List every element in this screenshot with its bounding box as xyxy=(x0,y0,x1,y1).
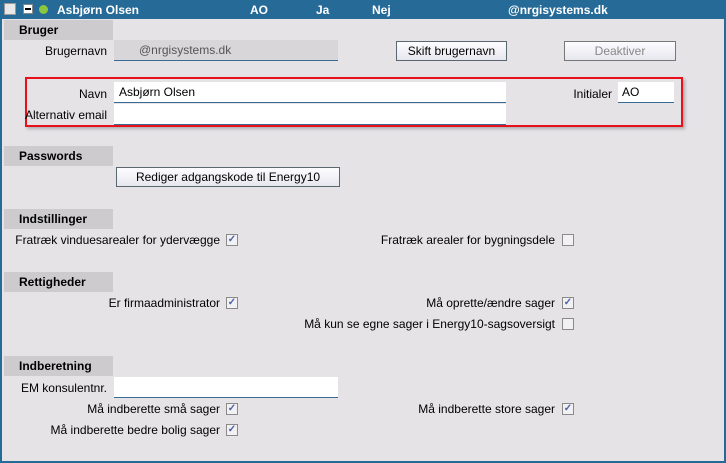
option-label: Må indberette små sager xyxy=(87,402,220,416)
section-indstillinger: Indstillinger xyxy=(4,209,113,229)
subtract-building-parts-checkbox[interactable] xyxy=(562,234,574,246)
em-consultant-field[interactable] xyxy=(114,377,338,398)
header-col1: Ja xyxy=(316,3,330,17)
select-checkbox[interactable] xyxy=(4,3,16,15)
window-frame xyxy=(0,0,726,463)
report-small-cases-checkbox[interactable]: ✓ xyxy=(226,403,238,415)
alt-email-field[interactable] xyxy=(114,104,506,125)
header-col2: Nej xyxy=(372,3,391,17)
header-email: @nrgisystems.dk xyxy=(508,3,608,17)
option-label: Er firmaadministrator xyxy=(108,296,220,310)
report-better-housing-checkbox[interactable]: ✓ xyxy=(226,424,238,436)
option-label: Fratræk vinduesarealer for ydervægge xyxy=(15,233,220,247)
username-field[interactable]: @nrgisystems.dk xyxy=(114,40,338,61)
option-label: Må oprette/ændre sager xyxy=(426,296,555,310)
option-label: Må kun se egne sager i Energy10-sagsover… xyxy=(304,317,555,331)
option-label: Må indberette store sager xyxy=(418,402,555,416)
option-label: Fratræk arealer for bygningsdele xyxy=(380,233,555,247)
section-passwords: Passwords xyxy=(4,146,113,166)
username-label: Brugernavn xyxy=(44,44,107,58)
company-admin-checkbox[interactable]: ✓ xyxy=(226,297,238,309)
subtract-window-area-checkbox[interactable]: ✓ xyxy=(226,234,238,246)
create-edit-cases-checkbox[interactable]: ✓ xyxy=(562,297,574,309)
deactivate-button[interactable]: Deaktiver xyxy=(564,41,676,61)
option-label: Må indberette bedre bolig sager xyxy=(50,423,220,437)
report-large-cases-checkbox[interactable]: ✓ xyxy=(562,403,574,415)
alt-email-label: Alternativ email xyxy=(24,108,107,122)
section-indberetning: Indberetning xyxy=(4,356,113,376)
edit-password-button[interactable]: Rediger adgangskode til Energy10 xyxy=(116,167,340,187)
name-label: Navn xyxy=(78,87,107,101)
em-consultant-label: EM konsulentnr. xyxy=(20,381,107,395)
own-cases-only-checkbox[interactable] xyxy=(562,318,574,330)
collapse-icon[interactable] xyxy=(23,4,33,14)
initials-label: Initialer xyxy=(573,87,612,101)
change-username-button[interactable]: Skift brugernavn xyxy=(396,41,507,61)
section-rettigheder: Rettigheder xyxy=(4,272,113,292)
header-name: Asbjørn Olsen xyxy=(57,3,140,17)
user-row-header[interactable]: Asbjørn Olsen AO Ja Nej @nrgisystems.dk xyxy=(0,0,726,19)
status-dot-icon xyxy=(39,5,48,14)
initials-field[interactable]: AO xyxy=(618,82,674,103)
section-bruger: Bruger xyxy=(4,20,113,40)
header-initials: AO xyxy=(250,3,268,17)
name-field[interactable]: Asbjørn Olsen xyxy=(114,82,506,103)
